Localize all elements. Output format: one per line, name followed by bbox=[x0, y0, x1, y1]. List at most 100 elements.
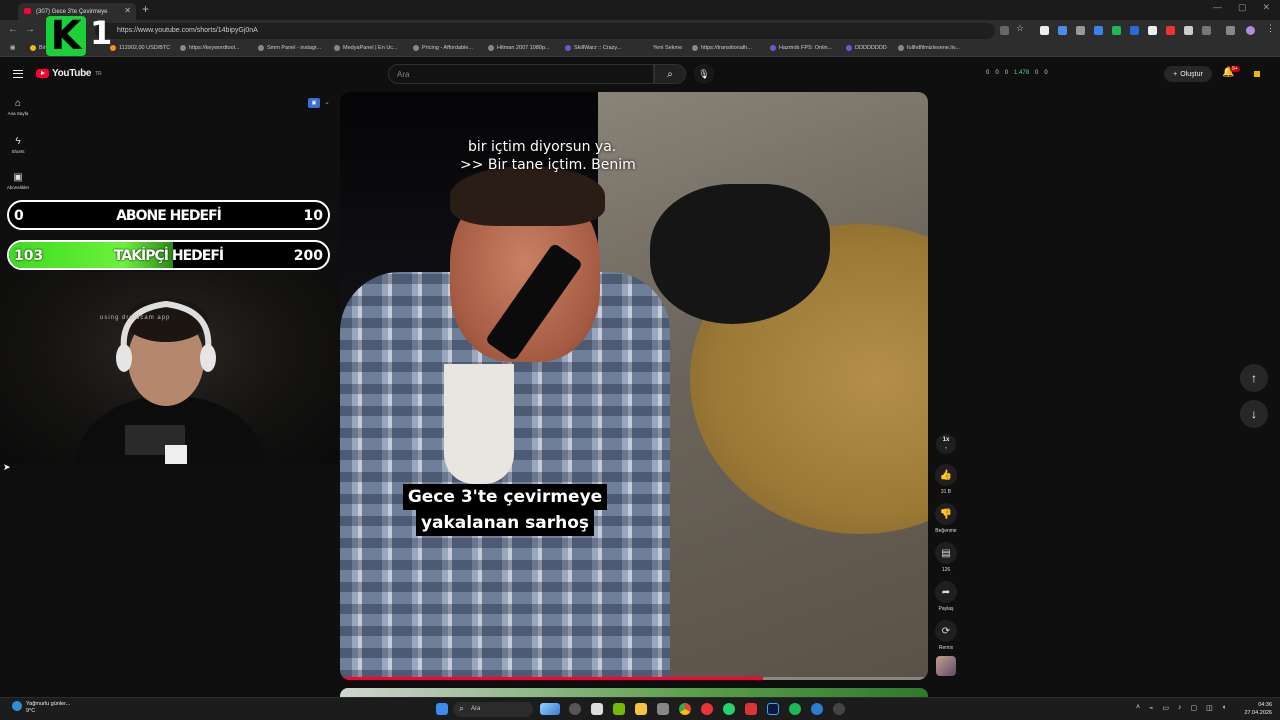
extension-icon[interactable] bbox=[1094, 26, 1103, 35]
address-bar[interactable]: https://www.youtube.com/shorts/14bipyGj0… bbox=[95, 23, 995, 39]
weather-widget[interactable]: Yağmurlu günler... 9°C bbox=[12, 701, 70, 715]
extension-icon[interactable] bbox=[1040, 26, 1049, 35]
display-icon[interactable]: ▢ bbox=[1190, 704, 1197, 712]
system-clock[interactable]: 04:36 27.04.2026 bbox=[1240, 701, 1272, 717]
maximize-icon[interactable]: ▢ bbox=[1238, 2, 1247, 13]
new-tab-icon[interactable]: + bbox=[142, 2, 149, 16]
battery-icon[interactable]: ▭ bbox=[1162, 704, 1169, 712]
youtube-favicon-icon bbox=[24, 8, 31, 14]
comments-button[interactable]: ▤ 126 bbox=[934, 542, 958, 573]
bookmark-item[interactable]: Hitman 2007 1080p... bbox=[488, 45, 550, 51]
mouse-cursor-icon: ➤ bbox=[3, 462, 11, 472]
extension-icon[interactable] bbox=[1166, 26, 1175, 35]
chatgpt-icon[interactable] bbox=[569, 703, 581, 715]
apps-grid-icon[interactable]: ▦ bbox=[10, 45, 15, 51]
bookmark-item[interactable]: Pricing - Affordable... bbox=[413, 45, 473, 51]
whatsapp-icon[interactable] bbox=[723, 703, 735, 715]
app-icon[interactable] bbox=[833, 703, 845, 715]
subscriber-goal-bar: 0 ABONE HEDEFİ 10 bbox=[7, 200, 330, 230]
undershirt bbox=[444, 364, 514, 484]
bookmark-item[interactable]: Hazmob FPS: Onlin... bbox=[770, 45, 832, 51]
plus-icon: + bbox=[1173, 70, 1178, 78]
nav-home[interactable]: ⌂ Ana Sayfa bbox=[0, 98, 36, 116]
short-video-player[interactable]: bir içtim diyorsun ya. >> Bir tane içtim… bbox=[340, 92, 928, 680]
app-icon[interactable] bbox=[701, 703, 713, 715]
app-icon[interactable] bbox=[591, 703, 603, 715]
remix-button[interactable]: ⟳ Remix bbox=[934, 620, 958, 651]
chevron-up-icon[interactable]: ˄ bbox=[1136, 704, 1140, 712]
app-icon[interactable] bbox=[657, 703, 669, 715]
comment-icon: ▤ bbox=[935, 542, 957, 564]
previous-short-button[interactable]: ↑ bbox=[1240, 364, 1268, 392]
quality-badge-icon[interactable]: ▣ bbox=[308, 98, 320, 108]
network-icon[interactable]: ◫ bbox=[1206, 704, 1213, 712]
volume-icon[interactable]: ◖ bbox=[1222, 704, 1226, 712]
sound-thumbnail[interactable] bbox=[936, 656, 956, 676]
next-short-button[interactable]: ↓ bbox=[1240, 400, 1268, 428]
forward-icon[interactable]: → bbox=[25, 24, 35, 35]
widgets-icon[interactable] bbox=[540, 703, 560, 715]
spotify-icon[interactable] bbox=[789, 703, 801, 715]
create-button[interactable]: + Oluştur bbox=[1164, 66, 1212, 82]
extension-icon[interactable] bbox=[1184, 26, 1193, 35]
youtube-play-icon bbox=[36, 69, 49, 78]
goal-title: ABONE HEDEFİ bbox=[116, 208, 222, 224]
extension-shield-icon[interactable] bbox=[1058, 26, 1067, 35]
stat-value: 0 bbox=[995, 70, 999, 76]
playback-speed-button[interactable]: 1x » bbox=[936, 434, 956, 454]
usb-icon[interactable]: ⌁ bbox=[1149, 704, 1153, 712]
file-explorer-icon[interactable] bbox=[635, 703, 647, 715]
goal-target: 200 bbox=[293, 248, 323, 264]
photoshop-icon[interactable] bbox=[767, 703, 779, 715]
sidebar-icon[interactable] bbox=[1226, 26, 1235, 35]
nav-shorts[interactable]: ϟ Shorts bbox=[0, 136, 36, 154]
person-hair bbox=[450, 166, 605, 226]
bookmark-item[interactable]: fullhdfilmizlesene.liv... bbox=[898, 45, 960, 51]
close-tab-icon[interactable]: ✕ bbox=[124, 6, 131, 15]
browser-tabstrip: (307) Gece 3'te Çevirmeye ✕ + — ▢ ✕ bbox=[0, 0, 1280, 20]
mic-icon[interactable]: ♪ bbox=[1178, 704, 1182, 712]
chrome-icon[interactable] bbox=[679, 703, 691, 715]
video-subtitle: bir içtim diyorsun ya. >> Bir tane içtim… bbox=[460, 139, 636, 173]
profile-avatar-icon[interactable] bbox=[1246, 26, 1255, 35]
back-icon[interactable]: ← bbox=[8, 24, 18, 35]
bookmark-star-icon[interactable]: ☆ bbox=[1016, 23, 1025, 33]
like-button[interactable]: 👍 31 B bbox=[934, 464, 958, 495]
account-avatar[interactable] bbox=[1254, 71, 1260, 77]
bookmark-item[interactable]: https://keywordtool... bbox=[180, 45, 239, 51]
windows-start-icon[interactable] bbox=[436, 703, 448, 715]
bookmark-item[interactable]: MedyaPanel | En Uc... bbox=[334, 45, 398, 51]
bookmark-item[interactable]: DDDDDDDD bbox=[846, 45, 887, 51]
extension-icon[interactable] bbox=[1130, 26, 1139, 35]
bookmark-item[interactable]: Yeni Sekme bbox=[644, 45, 682, 51]
nvidia-icon[interactable] bbox=[613, 703, 625, 715]
nav-subscriptions[interactable]: ▣ Abonelikler bbox=[0, 172, 36, 190]
bookmark-item[interactable]: Smm Panel - instagr... bbox=[258, 45, 321, 51]
close-window-icon[interactable]: ✕ bbox=[1262, 2, 1270, 13]
dislike-button[interactable]: 👎 Beğenme bbox=[934, 503, 958, 534]
youtube-logo[interactable]: YouTube TR bbox=[36, 68, 102, 79]
video-progress-bar[interactable] bbox=[340, 677, 928, 680]
chevron-down-icon[interactable]: ⌄ bbox=[324, 98, 330, 106]
extension-icon[interactable] bbox=[1112, 26, 1121, 35]
extension-icon[interactable] bbox=[1076, 26, 1085, 35]
bookmark-item[interactable]: 112902,00 USD/BTC bbox=[110, 45, 170, 51]
taskbar-search[interactable]: Ara bbox=[453, 702, 533, 717]
arrow-up-icon: ↑ bbox=[1251, 371, 1257, 385]
search-button[interactable]: ⌕ bbox=[654, 64, 686, 84]
bookmark-item[interactable]: https://transitionalh... bbox=[692, 45, 752, 51]
bookmark-item[interactable]: SkillWarz :: Crazy... bbox=[565, 45, 621, 51]
hamburger-menu-icon[interactable] bbox=[13, 70, 23, 78]
share-button[interactable]: ➦ Paylaş bbox=[934, 581, 958, 612]
edge-icon[interactable] bbox=[811, 703, 823, 715]
cast-icon[interactable] bbox=[1000, 26, 1009, 35]
extensions-puzzle-icon[interactable] bbox=[1202, 26, 1211, 35]
minimize-icon[interactable]: — bbox=[1213, 2, 1222, 13]
search-input[interactable]: Ara bbox=[388, 64, 654, 84]
app-icon[interactable] bbox=[745, 703, 757, 715]
goal-target: 10 bbox=[303, 208, 323, 224]
voice-search-button[interactable]: 🎙 bbox=[694, 64, 714, 84]
menu-kebab-icon[interactable]: ⋮ bbox=[1266, 23, 1275, 33]
extension-icon[interactable] bbox=[1148, 26, 1157, 35]
streamer-logo-badge: K bbox=[46, 16, 86, 56]
